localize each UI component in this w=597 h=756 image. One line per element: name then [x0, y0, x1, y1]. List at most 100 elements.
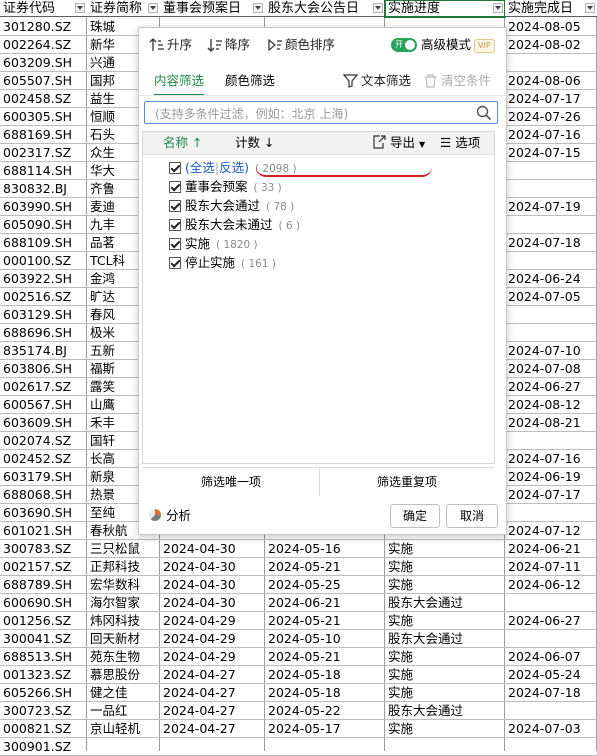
tab-content-filter[interactable]: 内容筛选 — [154, 72, 205, 96]
table-cell[interactable]: 炜冈科技 — [87, 612, 160, 629]
table-cell[interactable] — [385, 738, 505, 755]
table-cell[interactable]: 600690.SH — [0, 594, 87, 611]
table-cell[interactable]: 002516.SZ — [0, 288, 87, 305]
table-cell[interactable]: 300783.SZ — [0, 540, 87, 557]
table-cell[interactable]: 2024-06-19 — [505, 468, 597, 485]
table-cell[interactable] — [87, 738, 160, 755]
checkbox[interactable] — [169, 162, 181, 174]
table-cell[interactable] — [265, 738, 385, 755]
table-cell[interactable] — [505, 252, 597, 269]
table-cell[interactable]: 603922.SH — [0, 270, 87, 287]
table-cell[interactable]: 2024-07-17 — [505, 486, 597, 503]
table-cell[interactable]: 2024-07-16 — [505, 450, 597, 467]
table-cell[interactable]: 603209.SH — [0, 54, 87, 71]
table-cell[interactable] — [505, 432, 597, 449]
table-cell[interactable]: 实施 — [385, 558, 505, 575]
table-cell[interactable]: 股东大会通过 — [385, 594, 505, 611]
table-cell[interactable]: 2024-05-24 — [505, 666, 597, 683]
table-cell[interactable]: 835174.BJ — [0, 342, 87, 359]
table-cell[interactable]: 2024-08-12 — [505, 396, 597, 413]
table-cell[interactable]: 2024-04-29 — [160, 630, 265, 647]
table-cell[interactable] — [505, 306, 597, 323]
table-cell[interactable]: 688789.SH — [0, 576, 87, 593]
search-icon[interactable] — [476, 105, 492, 121]
table-cell[interactable]: 实施 — [385, 666, 505, 683]
filter-duplicate-button[interactable]: 筛选重复项 — [320, 468, 494, 496]
table-cell[interactable]: 2024-05-17 — [265, 720, 385, 737]
table-cell[interactable]: 2024-07-08 — [505, 360, 597, 377]
table-cell[interactable] — [160, 738, 265, 755]
column-header[interactable]: 实施进度 — [384, 0, 506, 18]
table-cell[interactable]: 京山轻机 — [87, 720, 160, 737]
sort-by-name-button[interactable]: 名称 ↑ — [163, 132, 202, 154]
table-cell[interactable]: 2024-04-27 — [160, 666, 265, 683]
table-cell[interactable]: 688169.SH — [0, 126, 87, 143]
table-cell[interactable]: 605507.SH — [0, 72, 87, 89]
table-cell[interactable]: 2024-07-10 — [505, 342, 597, 359]
table-cell[interactable] — [505, 504, 597, 521]
table-cell[interactable]: 实施 — [385, 612, 505, 629]
table-cell[interactable]: 实施 — [385, 540, 505, 557]
table-cell[interactable]: 回天新材 — [87, 630, 160, 647]
sort-desc-button[interactable]: 降序 — [207, 34, 257, 56]
table-cell[interactable]: 603129.SH — [0, 306, 87, 323]
table-cell[interactable]: 2024-05-18 — [265, 666, 385, 683]
table-cell[interactable]: 830832.BJ — [0, 180, 87, 197]
table-cell[interactable]: 一品红 — [87, 702, 160, 719]
table-cell[interactable]: 2024-04-27 — [160, 720, 265, 737]
filter-dropdown-icon[interactable] — [493, 3, 503, 13]
search-box[interactable] — [144, 101, 498, 124]
table-cell[interactable]: 2024-07-11 — [505, 558, 597, 575]
table-cell[interactable]: 2024-08-02 — [505, 36, 597, 53]
sort-asc-button[interactable]: 升序 — [149, 34, 199, 56]
table-cell[interactable]: 002157.SZ — [0, 558, 87, 575]
table-cell[interactable]: 002317.SZ — [0, 144, 87, 161]
tab-color-filter[interactable]: 颜色筛选 — [225, 72, 275, 90]
table-cell[interactable] — [505, 216, 597, 233]
table-cell[interactable]: 健之佳 — [87, 684, 160, 701]
table-cell[interactable]: 2024-04-27 — [160, 684, 265, 701]
filter-dropdown-icon[interactable] — [585, 3, 595, 13]
table-cell[interactable]: 600305.SH — [0, 108, 87, 125]
table-cell[interactable]: 2024-07-15 — [505, 144, 597, 161]
column-header[interactable]: 实施完成日 — [505, 0, 597, 17]
table-cell[interactable] — [505, 324, 597, 341]
table-cell[interactable]: 2024-06-24 — [505, 270, 597, 287]
table-cell[interactable]: 慕思股份 — [87, 666, 160, 683]
invert-link[interactable]: 反选) — [219, 160, 249, 175]
select-all-link[interactable]: (全选 — [185, 160, 215, 175]
table-cell[interactable]: 2024-04-29 — [160, 648, 265, 665]
table-cell[interactable]: 2024-04-27 — [160, 702, 265, 719]
table-cell[interactable]: 股东大会通过 — [385, 702, 505, 719]
table-cell[interactable] — [505, 738, 597, 755]
table-cell[interactable]: 实施 — [385, 720, 505, 737]
table-cell[interactable]: 海尔智家 — [87, 594, 160, 611]
table-cell[interactable]: 实施 — [385, 648, 505, 665]
table-cell[interactable]: 2024-07-18 — [505, 234, 597, 251]
table-cell[interactable]: 301280.SZ — [0, 18, 87, 35]
table-cell[interactable]: 603179.SH — [0, 468, 87, 485]
table-cell[interactable]: 688068.SH — [0, 486, 87, 503]
table-cell[interactable]: 2024-05-21 — [265, 648, 385, 665]
table-cell[interactable] — [505, 162, 597, 179]
table-cell[interactable]: 2024-08-06 — [505, 72, 597, 89]
table-cell[interactable]: 2024-07-17 — [505, 90, 597, 107]
table-cell[interactable]: 2024-06-27 — [505, 378, 597, 395]
color-sort-button[interactable]: 颜色排序 — [267, 34, 347, 56]
column-header[interactable]: 股东大会公告日 — [265, 0, 385, 17]
table-cell[interactable]: 2024-06-12 — [505, 576, 597, 593]
table-cell[interactable]: 605090.SH — [0, 216, 87, 233]
text-filter-button[interactable]: 文本筛选 — [343, 70, 419, 92]
export-button[interactable]: 导出 ▼ — [372, 132, 425, 156]
table-cell[interactable]: 三只松鼠 — [87, 540, 160, 557]
table-cell[interactable]: 688696.SH — [0, 324, 87, 341]
checkbox[interactable] — [169, 238, 181, 250]
table-cell[interactable]: 688109.SH — [0, 234, 87, 251]
table-cell[interactable]: 605266.SH — [0, 684, 87, 701]
table-cell[interactable] — [505, 594, 597, 611]
table-cell[interactable]: 2024-05-18 — [265, 684, 385, 701]
table-cell[interactable] — [505, 54, 597, 71]
table-cell[interactable]: 2024-08-05 — [505, 18, 597, 35]
table-cell[interactable]: 2024-05-21 — [265, 558, 385, 575]
filter-dropdown-icon[interactable] — [148, 3, 158, 13]
